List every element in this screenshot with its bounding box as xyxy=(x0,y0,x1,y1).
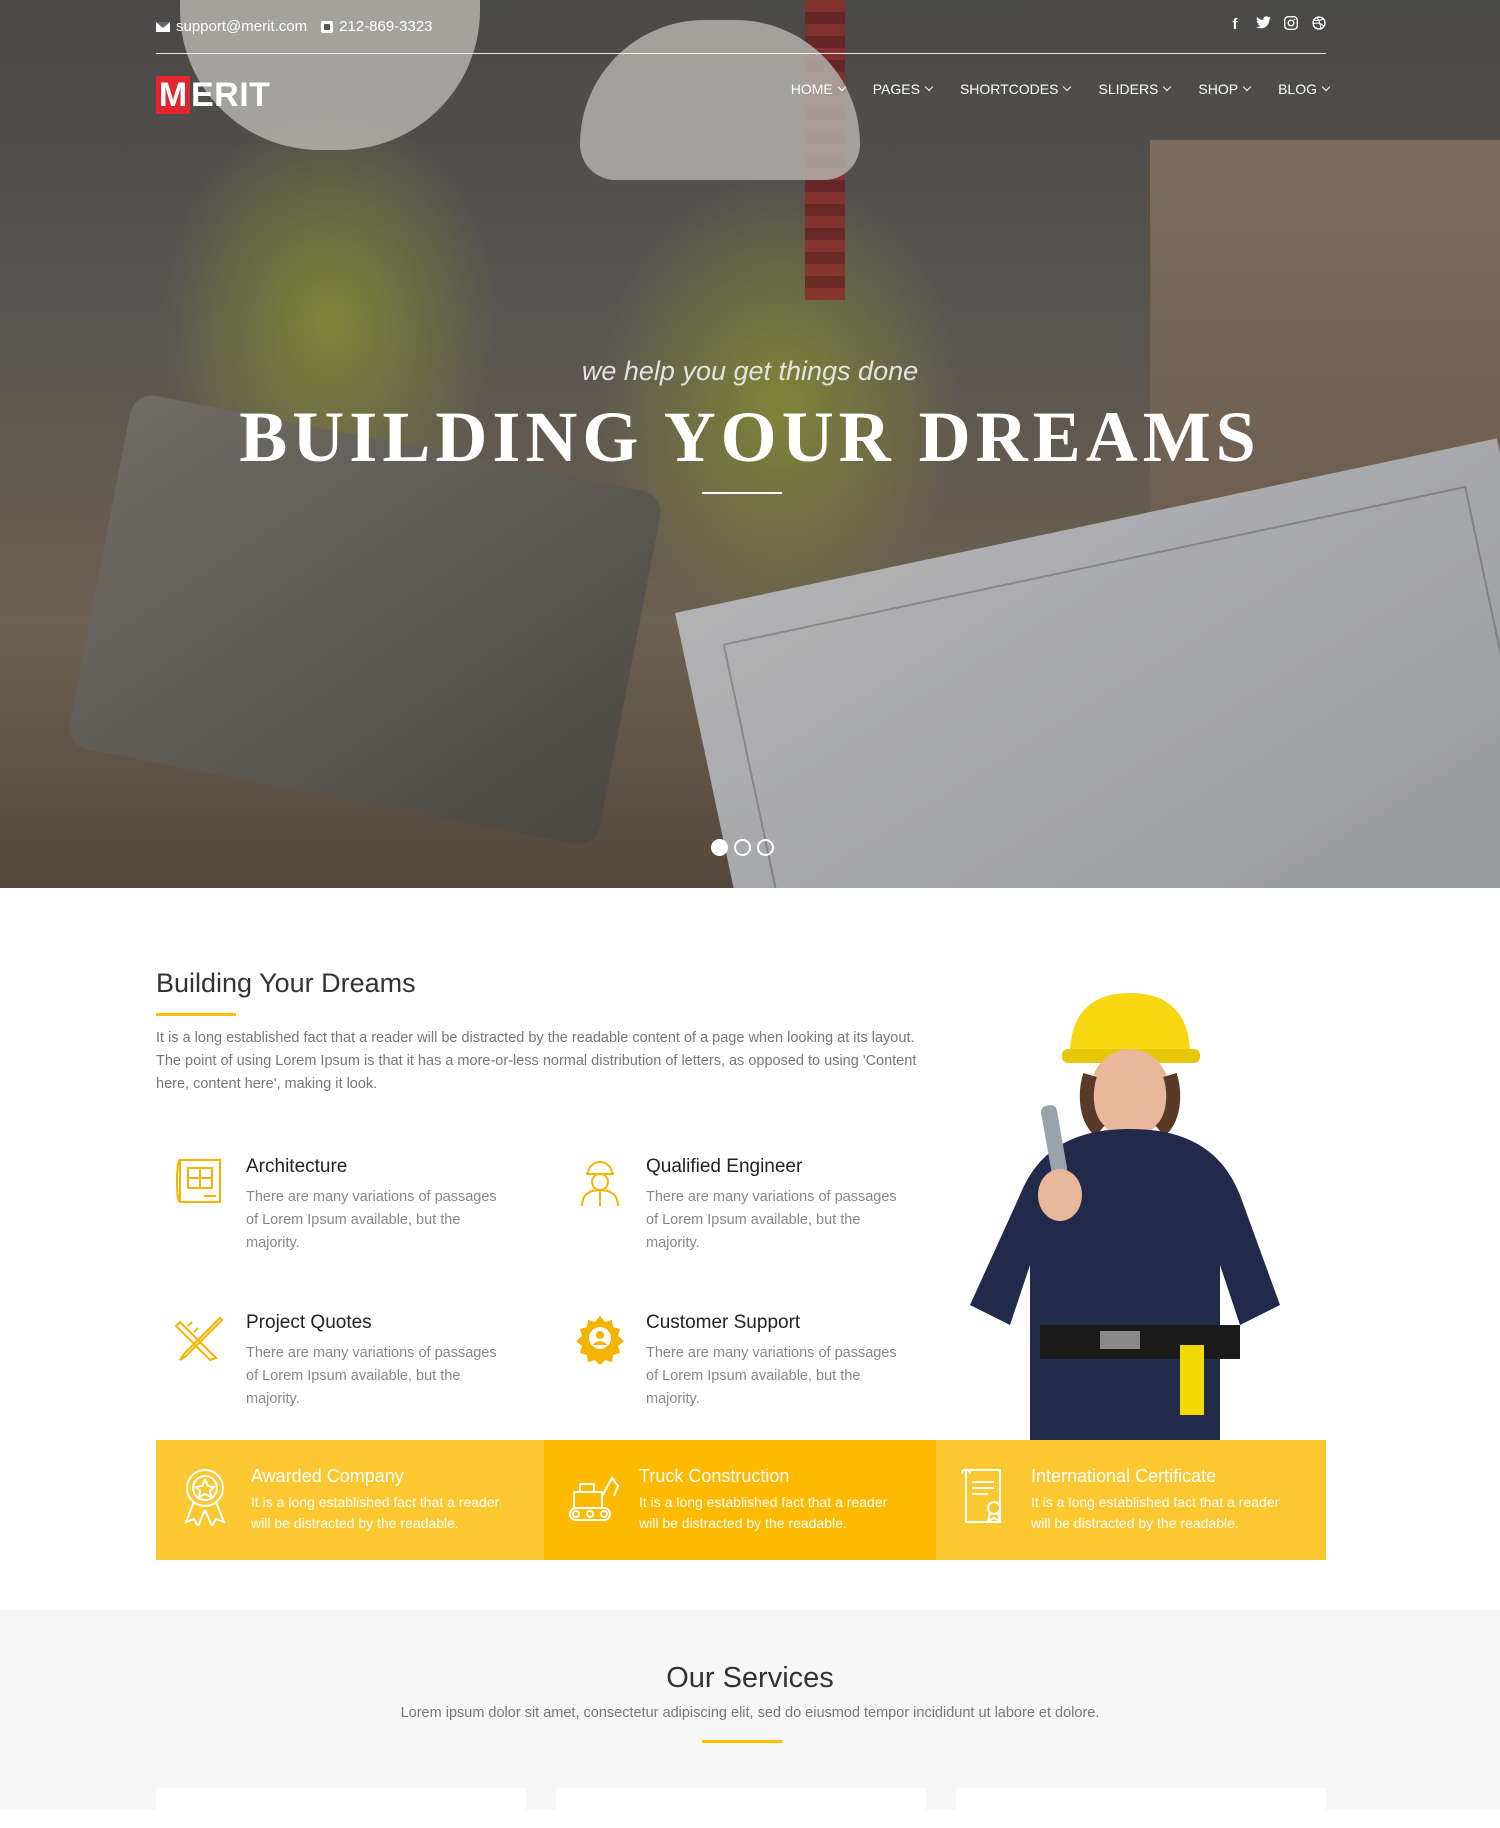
engineer-icon xyxy=(574,1156,626,1208)
slider-dot-2[interactable] xyxy=(734,839,751,856)
slider-dot-3[interactable] xyxy=(757,839,774,856)
nav-item-sliders[interactable]: SLIDERS xyxy=(1098,81,1172,97)
feature-desc: There are many variations of passages of… xyxy=(646,1345,897,1407)
nav-label: SHORTCODES xyxy=(959,81,1059,97)
chevron-down-icon xyxy=(924,82,934,92)
hero-title: BUILDING YOUR DREAMS xyxy=(239,397,1261,477)
nav-item-pages[interactable]: PAGES xyxy=(872,81,934,97)
band-item-truck: Truck Construction It is a long establis… xyxy=(544,1440,936,1560)
contact-info: support@merit.com 212-869-3323 xyxy=(156,18,433,35)
logo-text: ERIT xyxy=(191,76,271,114)
services-subtitle: Lorem ipsum dolor sit amet, consectetur … xyxy=(400,1705,1100,1721)
award-icon xyxy=(178,1466,232,1529)
logo-mark: M xyxy=(156,76,190,114)
pencil-ruler-icon xyxy=(174,1312,226,1364)
social-links: f xyxy=(1228,16,1326,34)
feature-desc: There are many variations of passages of… xyxy=(246,1189,497,1251)
twitter-icon[interactable] xyxy=(1256,16,1271,34)
nav-item-shortcodes[interactable]: SHORTCODES xyxy=(959,81,1072,97)
nav-label: SLIDERS xyxy=(1098,81,1159,97)
phone-icon xyxy=(321,20,334,33)
nav-label: BLOG xyxy=(1278,81,1317,97)
nav-item-shop[interactable]: SHOP xyxy=(1198,81,1252,97)
band-item-awarded: Awarded Company It is a long established… xyxy=(156,1440,544,1560)
service-card[interactable] xyxy=(556,1788,926,1828)
band-item-certificate: International Certificate It is a long e… xyxy=(936,1440,1326,1560)
blueprint-icon xyxy=(174,1156,226,1208)
nav-label: PAGES xyxy=(872,81,920,97)
chevron-down-icon xyxy=(1242,82,1252,92)
about-title-underline xyxy=(156,1013,236,1016)
band-title: Awarded Company xyxy=(251,1466,404,1486)
instagram-icon[interactable] xyxy=(1284,16,1298,34)
slider-pagination xyxy=(711,839,774,856)
email-contact[interactable]: support@merit.com xyxy=(156,18,307,35)
feature-desc: There are many variations of passages of… xyxy=(246,1345,497,1407)
hero-divider xyxy=(702,492,782,494)
facebook-icon[interactable]: f xyxy=(1228,16,1242,34)
nav-label: SHOP xyxy=(1198,81,1239,97)
feature-title: Customer Support xyxy=(646,1312,801,1333)
excavator-icon xyxy=(566,1466,620,1526)
hero-tagline: we help you get things done xyxy=(581,356,919,386)
phone-text: 212-869-3323 xyxy=(339,18,433,35)
phone-contact[interactable]: 212-869-3323 xyxy=(321,18,433,35)
nav-label: HOME xyxy=(790,81,833,97)
feature-title: Architecture xyxy=(246,1156,348,1177)
feature-title: Qualified Engineer xyxy=(646,1156,803,1177)
site-logo[interactable]: M ERIT xyxy=(156,76,270,114)
band-desc: It is a long established fact that a rea… xyxy=(639,1494,888,1531)
email-text: support@merit.com xyxy=(176,18,308,35)
worker-image xyxy=(950,945,1330,1450)
envelope-icon xyxy=(156,21,170,32)
slider-dot-1[interactable] xyxy=(711,839,728,856)
service-card[interactable] xyxy=(156,1788,526,1828)
chevron-down-icon xyxy=(1163,82,1172,92)
hero-slider: support@merit.com 212-869-3323 f M ERIT … xyxy=(0,0,1500,888)
about-title: Building Your Dreams xyxy=(156,968,416,998)
band-desc: It is a long established fact that a rea… xyxy=(251,1494,500,1531)
chevron-down-icon xyxy=(1321,82,1331,92)
chevron-down-icon xyxy=(1063,82,1072,92)
nav-item-blog[interactable]: BLOG xyxy=(1278,81,1331,97)
certificate-icon xyxy=(958,1466,1012,1526)
services-title: Our Services xyxy=(666,1662,834,1694)
band-title: International Certificate xyxy=(1031,1466,1217,1486)
feature-desc: There are many variations of passages of… xyxy=(646,1189,897,1251)
band-desc: It is a long established fact that a rea… xyxy=(1031,1494,1280,1531)
about-text: It is a long established fact that a rea… xyxy=(156,1030,917,1092)
band-title: Truck Construction xyxy=(639,1466,790,1486)
dribbble-icon[interactable] xyxy=(1312,16,1326,34)
chevron-down-icon xyxy=(837,82,846,92)
services-underline xyxy=(702,1740,782,1743)
feature-title: Project Quotes xyxy=(246,1312,372,1333)
gear-support-icon xyxy=(574,1312,626,1366)
service-card[interactable] xyxy=(956,1788,1326,1828)
nav-item-home[interactable]: HOME xyxy=(790,81,846,97)
top-contact-bar: support@merit.com 212-869-3323 f xyxy=(156,14,1326,54)
services-section: Our Services Lorem ipsum dolor sit amet,… xyxy=(0,1610,1500,1828)
main-navigation: HOME PAGES SHORTCODES SLIDERS SHOP BLOG xyxy=(790,81,1331,97)
